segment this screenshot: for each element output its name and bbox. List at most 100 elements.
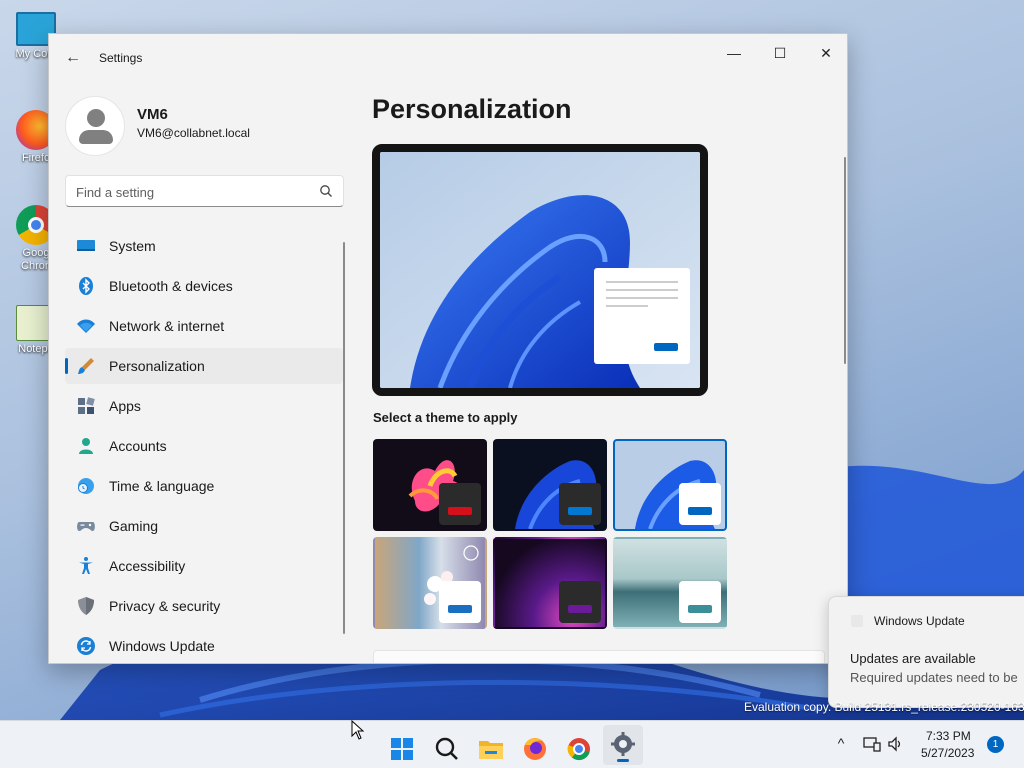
search-icon: [435, 737, 458, 760]
theme-swatch: [559, 581, 601, 623]
start-button[interactable]: [382, 729, 422, 768]
network-icon[interactable]: [862, 735, 882, 755]
sidebar-item-label: Accounts: [109, 438, 167, 454]
user-name: VM6: [137, 106, 168, 123]
theme-swatch: [559, 483, 601, 525]
sidebar-item-apps[interactable]: Apps: [65, 388, 343, 424]
theme-accent-button: [688, 605, 712, 613]
close-button[interactable]: ✕: [803, 38, 847, 68]
sidebar-item-label: Gaming: [109, 518, 159, 534]
maximize-button[interactable]: ☐: [757, 38, 803, 68]
sidebar-item-personalization[interactable]: Personalization: [65, 348, 343, 384]
avatar[interactable]: [65, 96, 125, 156]
toast-body: Required updates need to be: [850, 670, 1018, 685]
accessibility-icon: [79, 557, 93, 574]
sidebar-item-label: System: [109, 238, 156, 254]
search-icon[interactable]: [319, 184, 333, 198]
sidebar-item-label: Network & internet: [109, 318, 225, 334]
theme-flow[interactable]: [613, 537, 727, 629]
theme-swatch: [679, 483, 721, 525]
title-bar[interactable]: ← Settings — ☐ ✕: [49, 34, 847, 82]
sidebar-scrollbar[interactable]: [343, 242, 345, 634]
main-scrollbar[interactable]: [844, 157, 846, 364]
file-explorer-icon: [479, 741, 503, 759]
wifi-icon: [77, 319, 95, 333]
shield-icon: [78, 597, 94, 615]
theme-accent-button: [688, 507, 712, 515]
sidebar-item-bluetooth[interactable]: Bluetooth & devices: [65, 268, 343, 304]
brush-icon: [78, 358, 94, 374]
avatar-head: [87, 109, 105, 127]
settings-card[interactable]: [373, 650, 825, 663]
theme-spotlight[interactable]: [373, 537, 487, 629]
firefox-icon: [524, 738, 546, 760]
theme-windows-light[interactable]: [613, 439, 727, 531]
settings-icon: [611, 732, 635, 756]
sidebar-item-gaming[interactable]: Gaming: [65, 508, 343, 544]
theme-accent-button: [568, 507, 592, 515]
chrome-taskbar-button[interactable]: [559, 729, 599, 768]
minimize-button[interactable]: —: [711, 38, 757, 68]
sidebar-item-label: Accessibility: [109, 558, 186, 574]
theme-accent-button: [568, 605, 592, 613]
settings-taskbar-button[interactable]: [603, 725, 643, 765]
sidebar-item-accessibility[interactable]: Accessibility: [65, 548, 343, 584]
file-explorer-button[interactable]: [471, 729, 511, 768]
sidebar-item-label: Apps: [109, 398, 141, 414]
sidebar-item-label: Time & language: [109, 478, 215, 494]
sidebar-item-privacy-security[interactable]: Privacy & security: [65, 588, 343, 624]
theme-swatch: [679, 581, 721, 623]
sidebar-item-time-language[interactable]: Time & language: [65, 468, 343, 504]
theme-preview: [372, 144, 708, 396]
user-email: VM6@collabnet.local: [137, 126, 250, 140]
search-box[interactable]: [65, 175, 344, 207]
sidebar-item-label: Privacy & security: [109, 598, 221, 614]
chrome-icon: [567, 738, 590, 761]
bluetooth-icon: [79, 277, 93, 295]
clock-date[interactable]: 5/27/2023: [921, 746, 974, 760]
theme-swatch: [439, 483, 481, 525]
sidebar-item-label: Windows Update: [109, 638, 215, 654]
theme-glow[interactable]: [373, 439, 487, 531]
notification-badge[interactable]: 1: [987, 736, 1004, 753]
theme-sunrise[interactable]: [493, 537, 607, 629]
theme-accent-button: [448, 605, 472, 613]
evaluation-watermark: Evaluation copy. Build 25131.rs_release.…: [744, 700, 1024, 714]
sidebar-item-system[interactable]: System: [65, 228, 343, 264]
mouse-cursor-icon: [351, 720, 365, 740]
sidebar-item-label: Personalization: [109, 358, 205, 374]
gamepad-icon: [77, 522, 95, 532]
avatar-body: [79, 130, 113, 144]
apps-icon: [78, 397, 95, 414]
back-button[interactable]: ←: [61, 46, 85, 70]
system-icon: [77, 240, 95, 251]
toast-title: Updates are available: [850, 651, 976, 666]
theme-swatch: [439, 581, 481, 623]
globe-clock-icon: [78, 478, 94, 494]
notification-toast[interactable]: Windows Update Updates are available Req…: [828, 596, 1024, 708]
start-icon: [391, 738, 413, 760]
sidebar-item-label: Bluetooth & devices: [109, 278, 233, 294]
app-title: Settings: [99, 51, 143, 65]
volume-icon[interactable]: [886, 735, 906, 755]
sidebar-item-network[interactable]: Network & internet: [65, 308, 343, 344]
clock-time[interactable]: 7:33 PM: [926, 729, 971, 743]
account-icon: [79, 438, 93, 454]
theme-windows-dark[interactable]: [493, 439, 607, 531]
update-icon: [77, 637, 95, 655]
theme-accent-button: [448, 507, 472, 515]
theme-section-label: Select a theme to apply: [373, 410, 518, 425]
sidebar-item-accounts[interactable]: Accounts: [65, 428, 343, 464]
taskbar-search-button[interactable]: [427, 729, 467, 768]
page-title: Personalization: [372, 94, 572, 124]
settings-window: ← Settings — ☐ ✕ VM6 VM6@collabnet.local…: [48, 33, 848, 664]
taskbar: ^ 7:33 PM 5/27/2023 1: [0, 720, 1024, 768]
firefox-taskbar-button[interactable]: [515, 729, 555, 768]
windows-update-icon: [851, 615, 863, 627]
show-hidden-icons-button[interactable]: ^: [831, 735, 851, 755]
search-input[interactable]: [76, 182, 306, 202]
toast-app-name: Windows Update: [874, 614, 965, 628]
sidebar-nav: System Bluetooth & devices Network & int…: [65, 228, 343, 663]
sidebar-item-windows-update[interactable]: Windows Update: [65, 628, 343, 663]
desktop-icon-label: Firefo: [21, 152, 51, 164]
